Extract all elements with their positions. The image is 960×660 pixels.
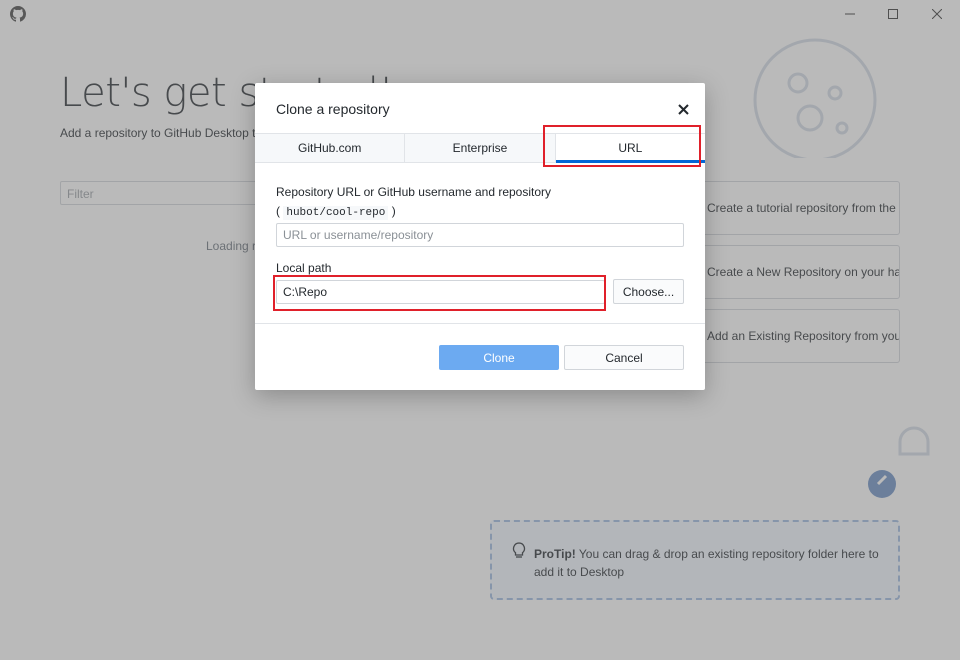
close-icon [677,103,689,115]
url-example-code: hubot/cool-repo [283,206,389,220]
repository-url-example: ( hubot/cool-repo ) [276,204,396,220]
repository-url-label: Repository URL or GitHub username and re… [276,185,552,199]
choose-path-button[interactable]: Choose... [613,279,684,304]
clone-tabs: GitHub.com Enterprise URL [255,133,706,163]
tab-github-com[interactable]: GitHub.com [255,134,406,162]
tab-enterprise[interactable]: Enterprise [405,134,556,162]
clone-button[interactable]: Clone [439,345,559,370]
local-path-label: Local path [276,261,332,275]
repository-url-input[interactable] [276,223,684,247]
tab-url[interactable]: URL [555,134,706,163]
local-path-input[interactable] [276,280,605,304]
cancel-button[interactable]: Cancel [564,345,684,370]
dialog-title: Clone a repository [276,101,390,117]
dialog-divider [255,323,705,324]
dialog-close-button[interactable] [672,98,694,120]
clone-repository-dialog: Clone a repository GitHub.com Enterprise… [255,83,706,390]
